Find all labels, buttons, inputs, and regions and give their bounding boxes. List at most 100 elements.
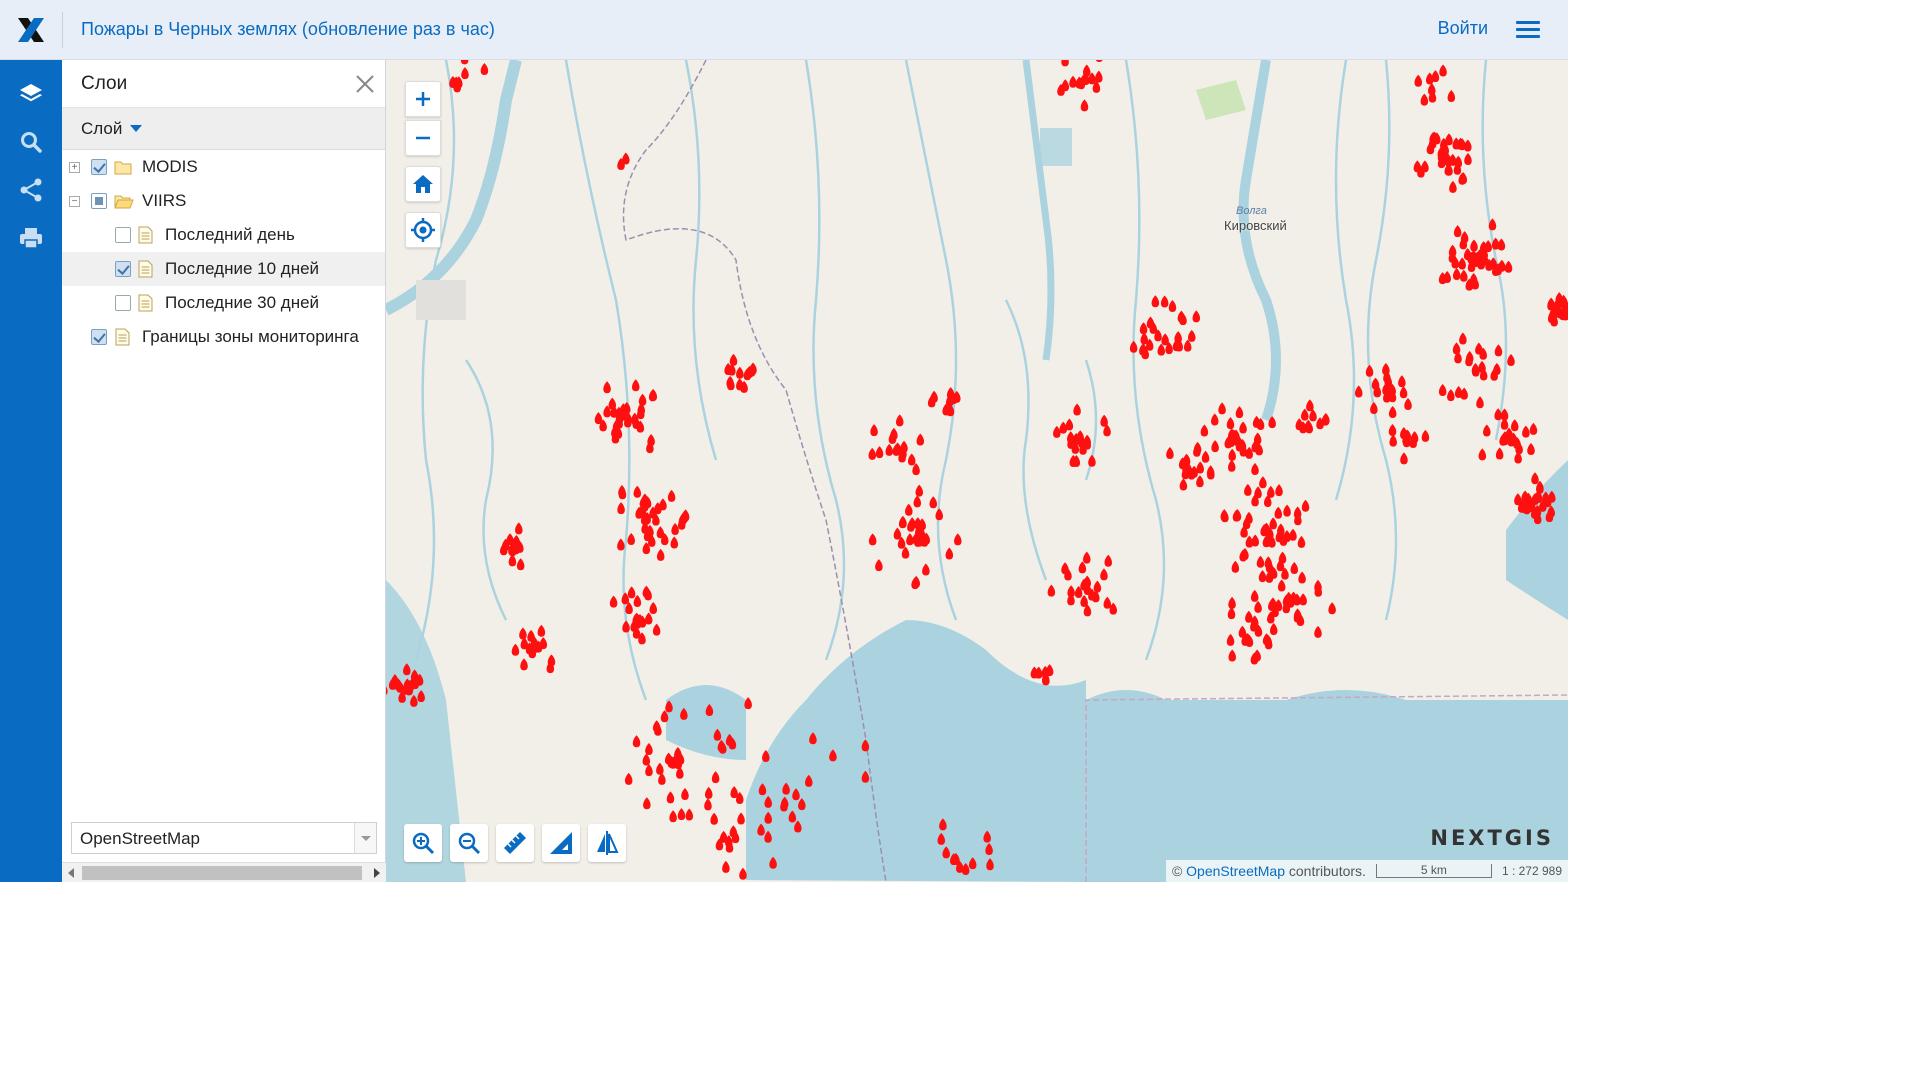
- fire-icon[interactable]: [1206, 465, 1215, 478]
- fire-icon[interactable]: [1460, 387, 1468, 400]
- fire-icon[interactable]: [1469, 272, 1478, 285]
- fire-icon[interactable]: [710, 812, 718, 825]
- fire-icon[interactable]: [1483, 424, 1491, 437]
- fire-icon[interactable]: [417, 690, 425, 703]
- fire-icon[interactable]: [1088, 454, 1096, 467]
- fire-icon[interactable]: [1061, 60, 1069, 67]
- fire-icon[interactable]: [961, 863, 970, 876]
- fire-icon[interactable]: [868, 447, 876, 460]
- share-icon[interactable]: [0, 166, 62, 214]
- fire-icon[interactable]: [1306, 399, 1314, 412]
- search-icon[interactable]: [0, 118, 62, 166]
- fire-icon[interactable]: [1283, 504, 1291, 517]
- fire-icon[interactable]: [875, 559, 883, 572]
- fire-icon[interactable]: [757, 823, 765, 836]
- fire-icon[interactable]: [461, 67, 469, 80]
- fire-icon[interactable]: [968, 857, 977, 870]
- fire-icon[interactable]: [1495, 447, 1504, 460]
- fire-icon[interactable]: [1504, 260, 1513, 273]
- fire-icon[interactable]: [1238, 625, 1247, 638]
- fire-icon[interactable]: [725, 733, 734, 746]
- fire-icon[interactable]: [939, 818, 947, 831]
- fire-icon[interactable]: [893, 527, 902, 540]
- fire-icon[interactable]: [900, 440, 908, 453]
- fire-icon[interactable]: [729, 353, 738, 366]
- fire-icon[interactable]: [942, 846, 950, 859]
- fire-icon[interactable]: [633, 485, 642, 498]
- fire-icon[interactable]: [737, 812, 745, 825]
- fire-icon[interactable]: [1447, 389, 1455, 402]
- fire-icon[interactable]: [711, 771, 720, 784]
- fire-icon[interactable]: [627, 532, 635, 545]
- fire-icon[interactable]: [794, 820, 802, 833]
- fire-icon[interactable]: [671, 522, 679, 535]
- fire-icon[interactable]: [726, 375, 734, 388]
- fire-icon[interactable]: [1259, 476, 1267, 489]
- fire-icon[interactable]: [670, 536, 679, 549]
- fire-icon[interactable]: [809, 732, 817, 745]
- fire-icon[interactable]: [1151, 295, 1160, 308]
- fire-icon[interactable]: [1400, 427, 1408, 440]
- fire-icon[interactable]: [1264, 556, 1273, 569]
- fire-icon[interactable]: [511, 643, 520, 656]
- fire-icon[interactable]: [1274, 506, 1283, 519]
- fire-icon[interactable]: [1421, 429, 1430, 442]
- fire-icon[interactable]: [624, 772, 633, 785]
- layer-checkbox[interactable]: [115, 227, 131, 243]
- fire-icon[interactable]: [1388, 406, 1397, 419]
- fire-icon[interactable]: [1083, 551, 1091, 564]
- fire-icon[interactable]: [666, 791, 675, 804]
- nextgis-logo-icon[interactable]: [0, 0, 62, 60]
- fire-icon[interactable]: [1388, 423, 1397, 436]
- fire-icon[interactable]: [622, 620, 630, 633]
- fire-icon[interactable]: [913, 495, 922, 508]
- fire-icon[interactable]: [769, 856, 777, 869]
- fire-icon[interactable]: [1414, 74, 1422, 87]
- fire-icon[interactable]: [1095, 70, 1103, 83]
- fire-icon[interactable]: [603, 381, 611, 394]
- scrollbar-thumb[interactable]: [82, 866, 362, 880]
- osm-link[interactable]: OpenStreetMap: [1186, 863, 1285, 879]
- fire-icon[interactable]: [1034, 666, 1043, 679]
- fire-icon[interactable]: [638, 393, 647, 406]
- fire-icon[interactable]: [623, 402, 631, 415]
- fire-icon[interactable]: [1439, 64, 1447, 77]
- fire-icon[interactable]: [1093, 580, 1102, 593]
- menu-icon[interactable]: [1516, 21, 1540, 39]
- fire-icon[interactable]: [667, 489, 676, 502]
- fire-icon[interactable]: [1231, 560, 1240, 573]
- layer-checkbox[interactable]: [115, 261, 131, 277]
- fire-icon[interactable]: [519, 627, 527, 640]
- fire-icon[interactable]: [642, 753, 651, 766]
- fire-icon[interactable]: [922, 563, 930, 576]
- layer-column-header[interactable]: Слой: [62, 108, 385, 150]
- fire-icon[interactable]: [1256, 555, 1265, 568]
- layer-row-last-day[interactable]: Последний день: [62, 218, 385, 252]
- fire-icon[interactable]: [1251, 463, 1259, 476]
- fire-icon[interactable]: [829, 749, 837, 762]
- fire-icon[interactable]: [1476, 396, 1484, 409]
- fire-icon[interactable]: [1235, 406, 1244, 419]
- fire-icon[interactable]: [1053, 425, 1061, 438]
- fire-icon[interactable]: [717, 739, 726, 752]
- fire-icon[interactable]: [1278, 551, 1287, 564]
- basemap-select[interactable]: OpenStreetMap: [71, 822, 377, 854]
- fire-icon[interactable]: [1188, 329, 1196, 342]
- fire-icon[interactable]: [1061, 79, 1070, 92]
- fire-icon[interactable]: [1245, 535, 1254, 548]
- fire-icon[interactable]: [1161, 333, 1169, 346]
- fire-icon[interactable]: [1168, 300, 1177, 313]
- fire-icon[interactable]: [1459, 332, 1467, 345]
- measure-distance-button[interactable]: [496, 824, 534, 862]
- fire-icon[interactable]: [744, 697, 752, 710]
- fire-icon[interactable]: [1497, 238, 1506, 251]
- layer-row-last-30-days[interactable]: Последние 30 дней: [62, 286, 385, 320]
- fire-icon[interactable]: [1510, 419, 1519, 432]
- fire-icon[interactable]: [916, 433, 925, 446]
- fire-icon[interactable]: [780, 796, 789, 809]
- fire-icon[interactable]: [861, 770, 870, 783]
- fire-icon[interactable]: [665, 700, 673, 713]
- fire-icon[interactable]: [1460, 269, 1468, 282]
- fire-icon[interactable]: [1301, 499, 1310, 512]
- fire-icon[interactable]: [1226, 633, 1235, 646]
